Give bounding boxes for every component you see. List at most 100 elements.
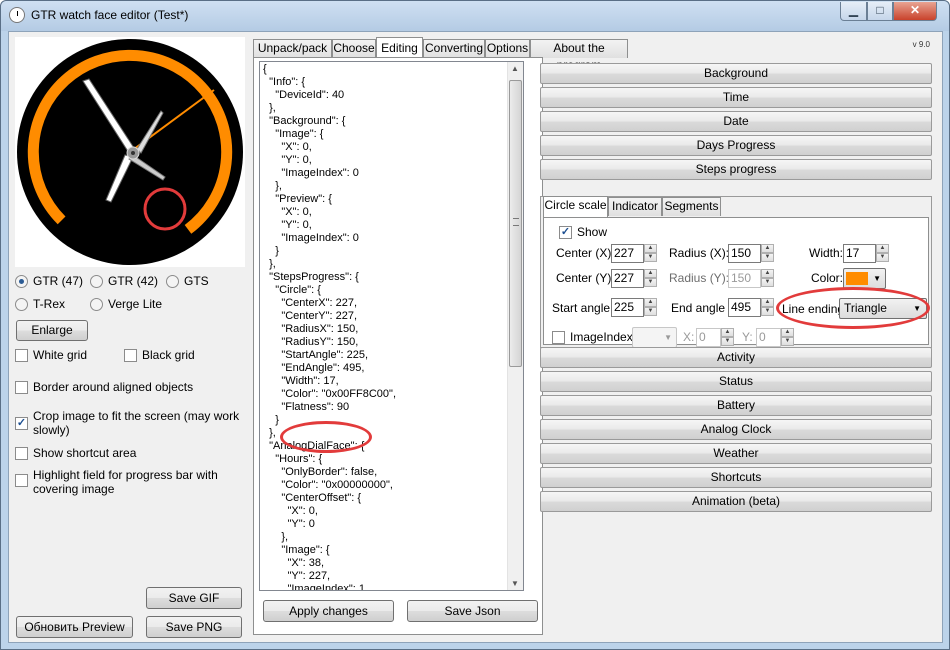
subtab-circle-scale[interactable]: Circle scale <box>543 196 608 217</box>
steps-progress-panel: Circle scale Indicator Segments ✓ Show Ce… <box>540 196 932 348</box>
crop-image-checkbox[interactable]: ✓ Crop image to fit the screen (may work s… <box>15 409 239 437</box>
width-input[interactable]: 17 <box>843 244 876 263</box>
chevron-down-icon[interactable]: ▼ <box>876 253 889 262</box>
chevron-up-icon[interactable]: ▲ <box>876 244 889 253</box>
color-label: Color: <box>811 271 844 285</box>
tab-editing[interactable]: Editing <box>376 37 423 59</box>
subtab-indicator[interactable]: Indicator <box>608 197 662 216</box>
tab-unpack-pack[interactable]: Unpack/pack <box>253 39 332 58</box>
center-x-input[interactable]: 227 <box>611 244 644 263</box>
center-y-input[interactable]: 227 <box>611 269 644 288</box>
chevron-down-icon[interactable]: ▼ <box>644 253 657 262</box>
section-status[interactable]: Status <box>540 371 932 392</box>
radius-x-input[interactable]: 150 <box>728 244 761 263</box>
start-angle-stepper[interactable]: ▲ ▼ <box>644 298 657 317</box>
section-weather[interactable]: Weather <box>540 443 932 464</box>
section-date[interactable]: Date <box>540 111 932 132</box>
radio-dot[interactable] <box>90 274 103 288</box>
radio-dot[interactable] <box>15 274 28 288</box>
end-angle-input[interactable]: 495 <box>728 298 761 317</box>
chevron-up-icon[interactable]: ▲ <box>644 244 657 253</box>
checkbox-label: Show <box>577 225 608 239</box>
save-png-button[interactable]: Save PNG <box>146 616 242 638</box>
radio-dot[interactable] <box>90 297 103 311</box>
checkbox-box[interactable] <box>15 474 28 487</box>
line-ending-highlight-ring <box>776 287 930 329</box>
model-radio-trex[interactable]: T-Rex <box>15 297 65 311</box>
subtab-segments[interactable]: Segments <box>662 197 721 216</box>
checkbox-box[interactable] <box>15 446 28 460</box>
show-checkbox[interactable]: ✓ Show <box>559 225 607 239</box>
json-editor[interactable]: { "Info": { "DeviceId": 40 }, "Backgroun… <box>259 61 524 591</box>
width-stepper[interactable]: ▲ ▼ <box>876 244 889 263</box>
center-x-stepper[interactable]: ▲ ▼ <box>644 244 657 263</box>
checkbox-box[interactable]: ✓ <box>559 225 572 239</box>
model-radio-gtr42[interactable]: GTR (42) <box>90 274 158 288</box>
section-time[interactable]: Time <box>540 87 932 108</box>
checkbox-box[interactable]: ✓ <box>15 417 28 430</box>
image-index-checkbox[interactable]: ImageIndex: <box>552 330 636 344</box>
minimize-icon[interactable]: ▁ <box>840 2 867 21</box>
model-radio-verge-lite[interactable]: Verge Lite <box>90 297 162 311</box>
chevron-down-icon[interactable]: ▼ <box>761 253 774 262</box>
chevron-up-icon[interactable]: ▲ <box>644 269 657 278</box>
close-icon[interactable]: ✕ <box>893 2 937 21</box>
checkbox-box[interactable] <box>552 330 565 344</box>
json-text[interactable]: { "Info": { "DeviceId": 40 }, "Backgroun… <box>260 62 523 590</box>
chevron-down-icon[interactable]: ▼ <box>644 307 657 316</box>
start-angle-input[interactable]: 225 <box>611 298 644 317</box>
x-label: X: <box>683 330 695 344</box>
end-angle-stepper[interactable]: ▲ ▼ <box>761 298 774 317</box>
tab-about[interactable]: About the program <box>530 39 628 72</box>
tab-converting[interactable]: Converting <box>423 39 485 58</box>
scroll-thumb[interactable] <box>509 80 522 367</box>
chevron-up-icon[interactable]: ▲ <box>644 298 657 307</box>
radius-x-stepper[interactable]: ▲ ▼ <box>761 244 774 263</box>
chevron-up-icon[interactable]: ▲ <box>761 298 774 307</box>
enlarge-button[interactable]: Enlarge <box>16 320 88 341</box>
model-radio-gtr47[interactable]: GTR (47) <box>15 274 83 288</box>
section-shortcuts[interactable]: Shortcuts <box>540 467 932 488</box>
chevron-up-icon[interactable]: ▲ <box>761 244 774 253</box>
highlight-progress-checkbox[interactable]: Highlight field for progress bar with cov… <box>15 468 218 496</box>
checkbox-box[interactable] <box>15 380 28 394</box>
radius-x-label: Radius (X): <box>669 246 730 260</box>
model-radio-gts[interactable]: GTS <box>166 274 209 288</box>
white-grid-checkbox[interactable]: White grid <box>15 348 87 362</box>
section-activity[interactable]: Activity <box>540 347 932 368</box>
checkbox-box[interactable] <box>124 348 137 362</box>
tab-choose[interactable]: Choose <box>332 39 376 58</box>
section-animation[interactable]: Animation (beta) <box>540 491 932 512</box>
save-json-button[interactable]: Save Json <box>407 600 538 622</box>
radio-dot[interactable] <box>166 274 179 288</box>
chevron-down-icon[interactable]: ▼ <box>644 278 657 287</box>
color-swatch <box>846 272 868 285</box>
shortcut-area-checkbox[interactable]: Show shortcut area <box>15 446 136 460</box>
section-battery[interactable]: Battery <box>540 395 932 416</box>
checkbox-label: White grid <box>33 348 88 362</box>
border-aligned-checkbox[interactable]: Border around aligned objects <box>15 380 193 394</box>
section-background[interactable]: Background <box>540 63 932 84</box>
json-scrollbar[interactable]: ▲ ▼ <box>507 62 523 590</box>
section-steps-progress[interactable]: Steps progress <box>540 159 932 180</box>
center-y-stepper[interactable]: ▲ ▼ <box>644 269 657 288</box>
color-picker[interactable]: ▼ <box>843 268 886 289</box>
scroll-up-icon[interactable]: ▲ <box>511 64 519 73</box>
black-grid-checkbox[interactable]: Black grid <box>124 348 195 362</box>
refresh-preview-button[interactable]: Обновить Preview <box>16 616 133 638</box>
app-window: GTR watch face editor (Test*) ▁ □ ✕ GTR … <box>0 0 950 650</box>
section-analog-clock[interactable]: Analog Clock <box>540 419 932 440</box>
tab-options[interactable]: Options <box>485 39 530 58</box>
circle-scale-panel: ✓ Show Center (X): 227 ▲ ▼ Radius (X): 150… <box>543 217 930 348</box>
section-days-progress[interactable]: Days Progress <box>540 135 932 156</box>
checkbox-label: Border around aligned objects <box>33 380 194 394</box>
checkbox-box[interactable] <box>15 348 28 362</box>
save-gif-button[interactable]: Save GIF <box>146 587 242 609</box>
maximize-icon[interactable]: □ <box>867 2 893 21</box>
apply-changes-button[interactable]: Apply changes <box>263 600 394 622</box>
chevron-down-icon[interactable]: ▼ <box>761 307 774 316</box>
radio-dot[interactable] <box>15 297 28 311</box>
radius-y-label: Radius (Y): <box>669 271 730 285</box>
scroll-down-icon[interactable]: ▼ <box>511 579 519 588</box>
model-label: GTR (42) <box>108 274 159 288</box>
